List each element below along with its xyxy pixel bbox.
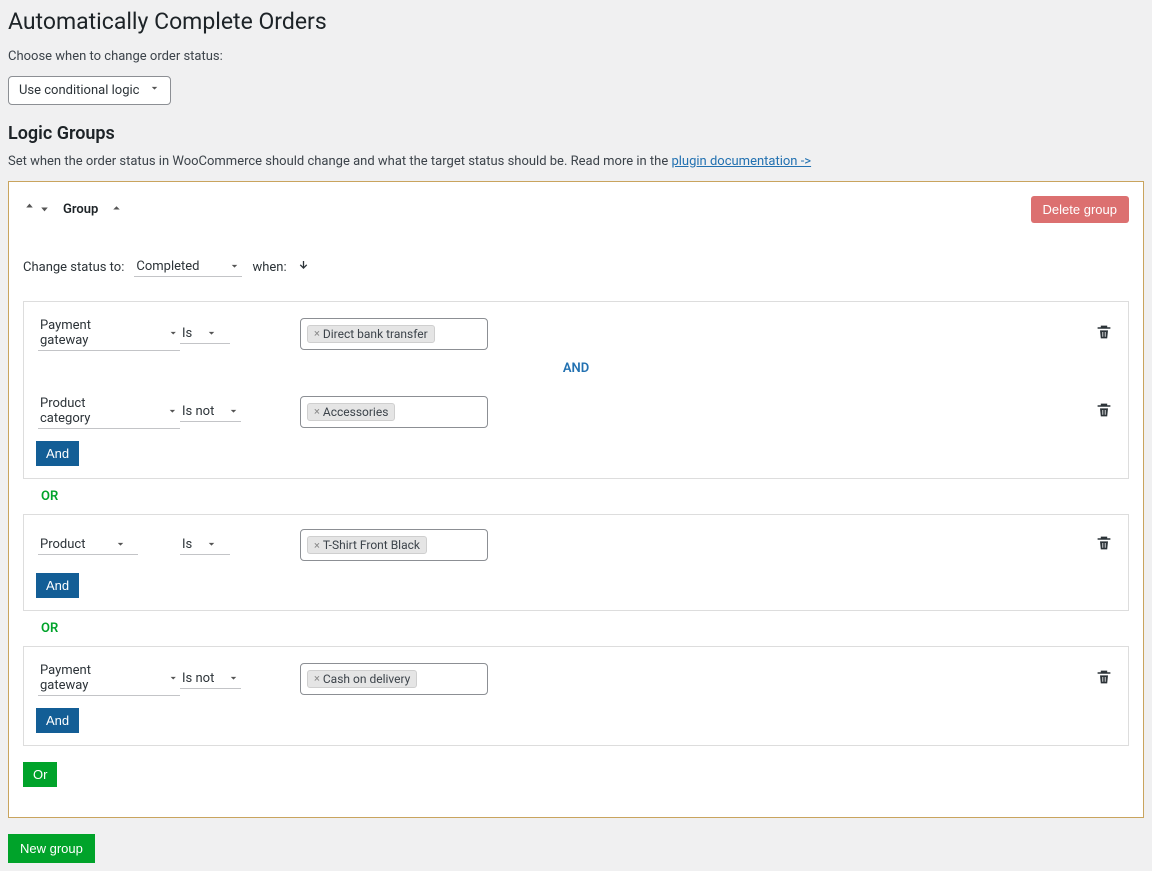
- delete-row-button[interactable]: [1096, 402, 1114, 422]
- change-status-row: Change status to: Completed when:: [23, 257, 1129, 277]
- condition-block: Payment gateway Is not ×Cash on delivery…: [23, 646, 1129, 746]
- chevron-down-icon: [167, 406, 178, 417]
- remove-chip-icon[interactable]: ×: [314, 405, 320, 418]
- operator-select[interactable]: Is: [180, 535, 230, 555]
- group-label: Group: [63, 202, 98, 217]
- field-value: Payment gateway: [40, 663, 138, 693]
- when-label: when:: [252, 260, 286, 275]
- operator-value: Is not: [182, 404, 214, 419]
- remove-chip-icon[interactable]: ×: [314, 539, 320, 552]
- condition-row: Product category Is not ×Accessories: [24, 380, 1128, 429]
- delete-row-button[interactable]: [1096, 535, 1114, 555]
- value-input[interactable]: ×T-Shirt Front Black: [300, 529, 488, 561]
- add-and-button[interactable]: And: [36, 573, 79, 598]
- mode-select[interactable]: Use conditional logic: [8, 76, 171, 105]
- chevron-down-icon: [229, 261, 240, 272]
- plugin-docs-link[interactable]: plugin documentation ->: [671, 154, 811, 169]
- logic-groups-desc: Set when the order status in WooCommerce…: [8, 154, 1144, 169]
- operator-select[interactable]: Is: [180, 324, 230, 344]
- value-chip[interactable]: ×Cash on delivery: [307, 670, 417, 688]
- status-select[interactable]: Completed: [134, 257, 242, 277]
- arrow-down-icon: [297, 259, 310, 276]
- new-group-button[interactable]: New group: [8, 834, 95, 863]
- chevron-down-icon: [149, 83, 160, 98]
- condition-block: Payment gateway Is ×Direct bank transfer…: [23, 301, 1129, 479]
- value-input[interactable]: ×Direct bank transfer: [300, 318, 488, 350]
- value-input[interactable]: ×Cash on delivery: [300, 663, 488, 695]
- condition-row: Payment gateway Is not ×Cash on delivery: [24, 647, 1128, 696]
- change-status-label: Change status to:: [23, 260, 124, 275]
- field-select[interactable]: Product category: [38, 394, 180, 429]
- chevron-down-icon: [168, 673, 178, 684]
- operator-value: Is: [182, 326, 192, 341]
- remove-chip-icon[interactable]: ×: [314, 327, 320, 340]
- chevron-down-icon: [115, 539, 126, 550]
- choose-label: Choose when to change order status:: [8, 49, 1144, 64]
- value-chip[interactable]: ×Direct bank transfer: [307, 325, 435, 343]
- add-or-button[interactable]: Or: [23, 762, 57, 787]
- logic-groups-desc-text: Set when the order status in WooCommerce…: [8, 154, 671, 169]
- chevron-down-icon: [228, 673, 239, 684]
- logic-group: Group Delete group Change status to: Com…: [8, 181, 1144, 818]
- remove-chip-icon[interactable]: ×: [314, 672, 320, 685]
- field-select[interactable]: Payment gateway: [38, 661, 180, 696]
- value-chip[interactable]: ×T-Shirt Front Black: [307, 536, 427, 554]
- delete-row-button[interactable]: [1096, 669, 1114, 689]
- operator-select[interactable]: Is not: [180, 402, 241, 422]
- trash-icon: [1096, 669, 1112, 685]
- status-select-value: Completed: [136, 259, 199, 274]
- mode-select-value: Use conditional logic: [19, 83, 139, 98]
- page-title: Automatically Complete Orders: [8, 8, 1144, 35]
- trash-icon: [1096, 402, 1112, 418]
- chevron-down-icon: [168, 328, 178, 339]
- chip-label: Accessories: [323, 405, 389, 419]
- operator-value: Is not: [182, 671, 214, 686]
- move-up-icon[interactable]: [23, 201, 36, 218]
- conjunction-or: OR: [23, 611, 1129, 646]
- conjunction-and: AND: [24, 351, 1128, 380]
- logic-groups-heading: Logic Groups: [8, 123, 1144, 144]
- condition-block: Product Is ×T-Shirt Front Black And: [23, 514, 1129, 611]
- field-select[interactable]: Payment gateway: [38, 316, 180, 351]
- chevron-down-icon: [206, 539, 217, 550]
- operator-select[interactable]: Is not: [180, 669, 241, 689]
- collapse-icon[interactable]: [110, 201, 123, 218]
- move-down-icon[interactable]: [38, 201, 51, 218]
- delete-row-button[interactable]: [1096, 324, 1114, 344]
- condition-row: Product Is ×T-Shirt Front Black: [24, 515, 1128, 561]
- value-chip[interactable]: ×Accessories: [307, 403, 395, 421]
- trash-icon: [1096, 324, 1112, 340]
- field-value: Payment gateway: [40, 318, 138, 348]
- chevron-down-icon: [228, 406, 239, 417]
- chip-label: T-Shirt Front Black: [323, 538, 420, 552]
- add-and-button[interactable]: And: [36, 441, 79, 466]
- conjunction-or: OR: [23, 479, 1129, 514]
- field-select[interactable]: Product: [38, 535, 138, 555]
- group-header: Group Delete group: [23, 196, 1129, 223]
- chip-label: Cash on delivery: [323, 672, 410, 686]
- trash-icon: [1096, 535, 1112, 551]
- field-value: Product: [40, 537, 85, 552]
- operator-value: Is: [182, 537, 192, 552]
- chevron-down-icon: [206, 328, 217, 339]
- value-input[interactable]: ×Accessories: [300, 396, 488, 428]
- delete-group-button[interactable]: Delete group: [1031, 196, 1129, 223]
- field-value: Product category: [40, 396, 137, 426]
- condition-row: Payment gateway Is ×Direct bank transfer: [24, 302, 1128, 351]
- chip-label: Direct bank transfer: [323, 327, 428, 341]
- add-and-button[interactable]: And: [36, 708, 79, 733]
